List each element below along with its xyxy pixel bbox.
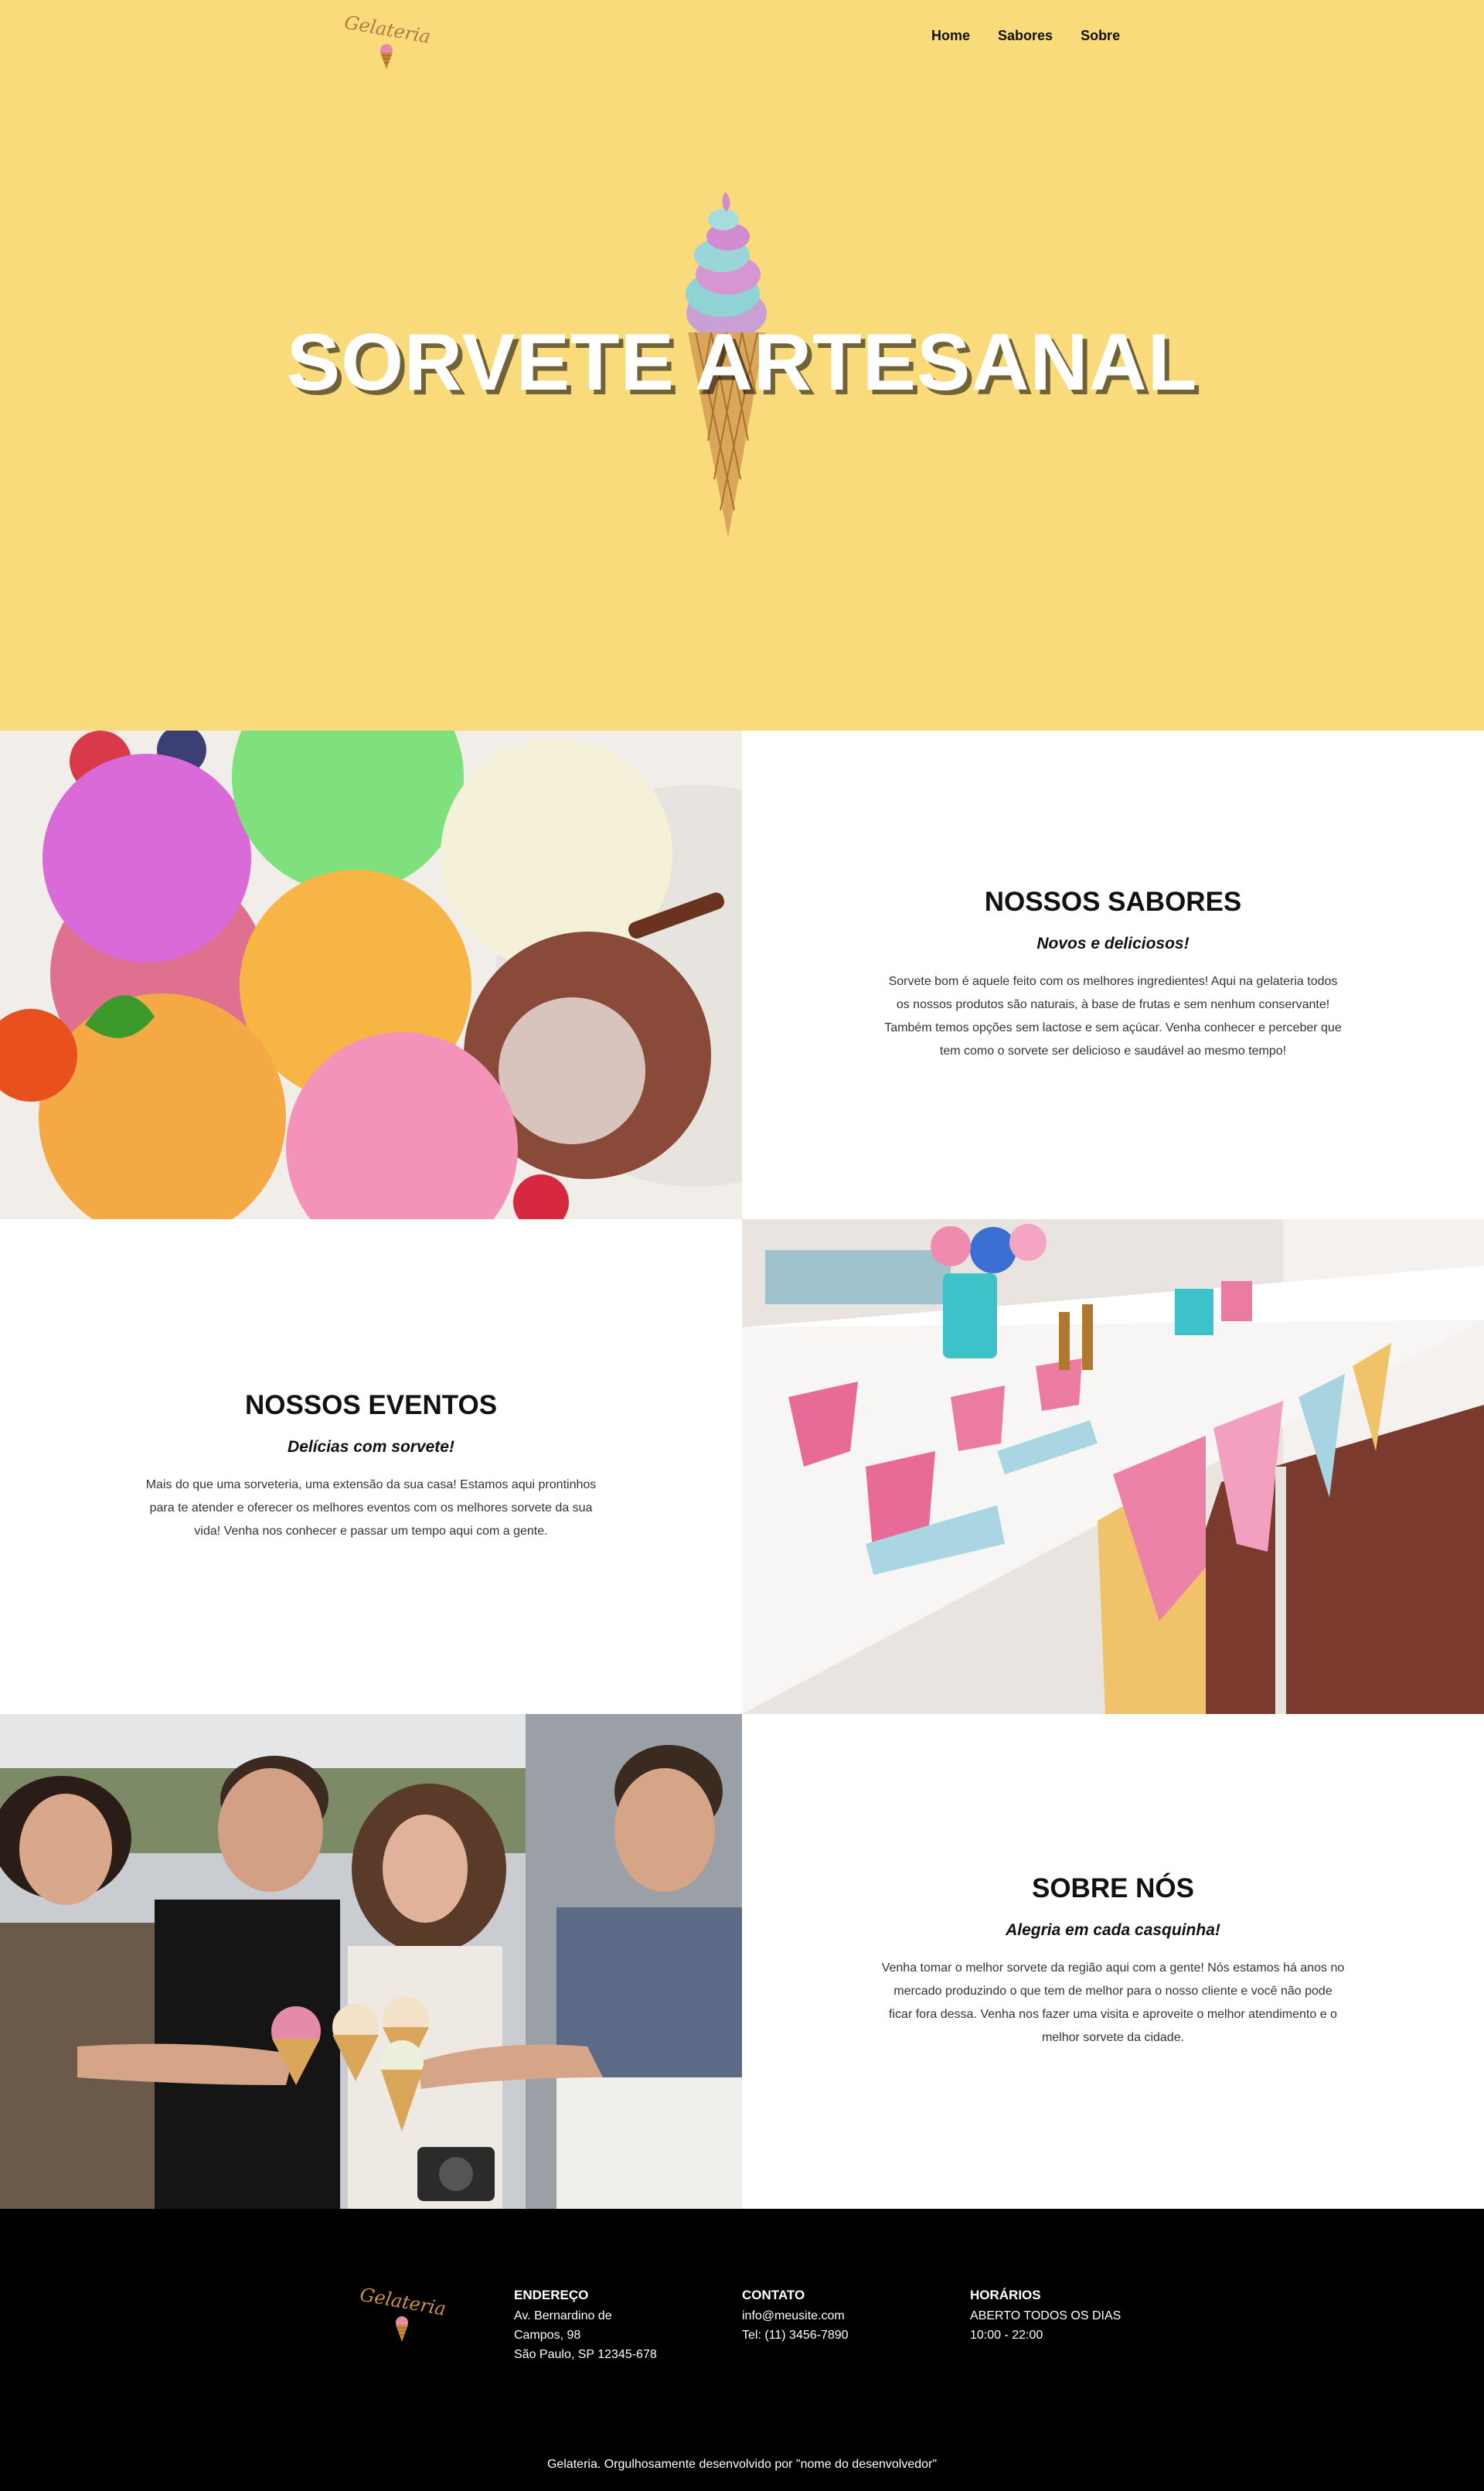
- footer-logo[interactable]: Gelateria: [358, 2283, 448, 2342]
- footer-hours: HORÁRIOS ABERTO TODOS OS DIAS 10:00 - 22…: [970, 2288, 1121, 2345]
- footer-contact: CONTATO info@meusite.com Tel: (11) 3456-…: [742, 2288, 849, 2345]
- footer-address-line: Av. Bernardino de: [514, 2309, 612, 2322]
- footer-contact-title: CONTATO: [742, 2288, 805, 2302]
- eventos-text: NOSSOS EVENTOS Delícias com sorvete! Mai…: [0, 1219, 742, 1714]
- footer-credit: Gelateria. Orgulhosamente desenvolvido p…: [546, 2458, 938, 2471]
- footer-address: ENDEREÇO Av. Bernardino de Campos, 98 Sã…: [514, 2288, 657, 2364]
- site-logo[interactable]: Gelateria: [342, 11, 433, 70]
- section-subtitle: Alegria em cada casquinha!: [1006, 1921, 1220, 1939]
- footer-phone: Tel: (11) 3456-7890: [742, 2329, 849, 2342]
- site-footer: Gelateria ENDEREÇO Av. Bernardino de Cam…: [0, 2209, 1484, 2491]
- main-menu: Home Sabores Sobre: [931, 28, 1120, 44]
- logo-text: Gelateria: [358, 2283, 448, 2320]
- section-body: Sorvete bom é aquele feito com os melhor…: [884, 975, 1342, 1058]
- hero-section: Gelateria Home Sabores Sobre SORVETE ART…: [0, 0, 1484, 731]
- flavors-image: [0, 731, 742, 1219]
- section-subtitle: Novos e deliciosos!: [1036, 935, 1190, 952]
- section-title: SOBRE NÓS: [1031, 1873, 1195, 1903]
- friends-image: [0, 1714, 742, 2209]
- section-eventos: NOSSOS EVENTOS Delícias com sorvete! Mai…: [0, 1219, 1484, 1714]
- ice-cream-cone-icon: [380, 44, 393, 70]
- footer-hours-line: ABERTO TODOS OS DIAS: [970, 2309, 1122, 2322]
- party-table-image: [742, 1219, 1484, 1714]
- section-body: Venha tomar o melhor sorvete da região a…: [881, 1961, 1345, 2044]
- section-title: NOSSOS EVENTOS: [244, 1390, 498, 1420]
- section-body: Mais do que uma sorveteria, uma extensão…: [145, 1478, 597, 1538]
- nav-home[interactable]: Home: [931, 28, 970, 44]
- footer-address-line: Campos, 98: [514, 2329, 581, 2342]
- nav-sobre[interactable]: Sobre: [1081, 28, 1120, 44]
- section-sabores: NOSSOS SABORES Novos e deliciosos! Sorve…: [0, 731, 1484, 1219]
- footer-hours-line: 10:00 - 22:00: [970, 2329, 1043, 2342]
- section-subtitle: Delícias com sorvete!: [288, 1438, 454, 1456]
- footer-address-title: ENDEREÇO: [514, 2288, 589, 2302]
- footer-email-link[interactable]: info@meusite.com: [742, 2306, 849, 2326]
- sobre-text: SOBRE NÓS Alegria em cada casquinha! Ven…: [742, 1714, 1484, 2209]
- logo-text: Gelateria: [342, 11, 433, 48]
- nav-sabores[interactable]: Sabores: [998, 28, 1053, 44]
- footer-hours-title: HORÁRIOS: [970, 2288, 1041, 2302]
- hero-title: SORVETE ARTESANAL: [286, 318, 1198, 407]
- top-navigation: Gelateria Home Sabores Sobre: [0, 0, 1484, 77]
- footer-address-line: São Paulo, SP 12345-678: [514, 2348, 657, 2361]
- ice-cream-cone-icon: [396, 2316, 408, 2342]
- section-title: NOSSOS SABORES: [984, 887, 1242, 917]
- sabores-text: NOSSOS SABORES Novos e deliciosos! Sorve…: [742, 731, 1484, 1219]
- section-sobre: SOBRE NÓS Alegria em cada casquinha! Ven…: [0, 1714, 1484, 2209]
